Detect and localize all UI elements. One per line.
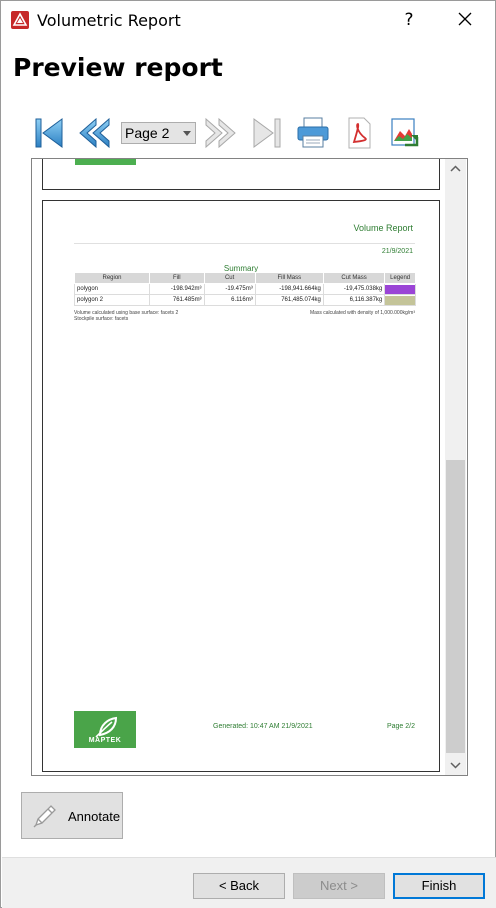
column-header: Cut [203,272,256,284]
print-icon[interactable] [295,114,331,152]
next-page-icon[interactable] [203,114,239,152]
next-button[interactable]: Next > [293,873,385,899]
preview-scrollbar[interactable] [445,159,466,775]
cut-mass-cell: 6,116.387kg [322,294,386,306]
last-page-icon[interactable] [249,114,285,152]
column-header: Region [73,272,151,284]
dialog-window: Volumetric Report ? Preview report Page … [0,0,496,908]
region-cell: polygon [73,283,151,295]
maptek-logo-partial [75,159,136,165]
preview-toolbar: Page 2 [31,114,431,154]
legend-swatch [385,295,415,305]
maptek-logo: MAPTEK [74,711,136,748]
scroll-down-icon[interactable] [445,755,466,775]
page-select[interactable]: Page 2 [121,122,196,144]
previous-page-icon[interactable] [76,114,112,152]
cut-cell: 6.116m³ [203,294,256,306]
app-icon [11,11,29,29]
fill-cell: 761.485m³ [149,294,205,306]
scroll-up-icon[interactable] [445,159,466,179]
title-bar: Volumetric Report ? [1,1,495,39]
previous-report-page [42,159,440,190]
density-note: Mass calculated with density of 1,000.00… [309,310,415,316]
pdf-icon[interactable] [341,114,377,152]
scrollbar-thumb[interactable] [446,460,465,753]
annotate-button[interactable]: Annotate [21,792,123,839]
divider [74,243,415,244]
table-row: polygon -198.942m³ -19.475m³ -198,941.66… [73,283,416,295]
table-row: polygon 2 761.485m³ 6.116m³ 761,485.074k… [73,294,416,306]
wizard-footer: < Back Next > Finish [2,857,496,908]
cut-mass-cell: -19,475.038kg [322,283,386,295]
chevron-down-icon [183,131,191,136]
maptek-logo-text: MAPTEK [88,737,122,744]
fill-mass-cell: 761,485.074kg [254,294,324,306]
column-header: Legend [384,272,416,284]
report-page: Volume Report 21/9/2021 Summary Region F… [42,200,440,772]
page-heading: Preview report [13,53,223,82]
table-header-row: Region Fill Cut Fill Mass Cut Mass Legen… [73,272,416,284]
report-date: 21/9/2021 [381,248,413,255]
help-button[interactable]: ? [399,10,419,30]
legend-cell [384,294,416,306]
summary-table: Region Fill Cut Fill Mass Cut Mass Legen… [73,272,416,306]
fill-mass-cell: -198,941.664kg [254,283,324,295]
finish-button[interactable]: Finish [393,873,485,899]
window-title: Volumetric Report [37,11,181,30]
legend-swatch [385,284,415,294]
report-preview-pane[interactable]: Volume Report 21/9/2021 Summary Region F… [31,158,468,776]
column-header: Fill Mass [254,272,324,284]
legend-cell [384,283,416,295]
stockpile-note-line: Stockpile surface: facets [74,316,129,322]
fill-cell: -198.942m³ [149,283,205,295]
report-page-number: Page 2/2 [386,723,415,730]
pencil-icon [33,805,56,828]
back-button[interactable]: < Back [193,873,285,899]
close-icon[interactable] [455,9,475,29]
column-header: Fill [149,272,205,284]
annotate-label: Annotate [68,809,121,824]
volume-note: Volume calculated using base surface: fa… [74,310,178,322]
region-cell: polygon 2 [73,294,151,306]
page-select-value: Page 2 [125,125,170,141]
cut-cell: -19.475m³ [203,283,256,295]
export-image-icon[interactable] [387,114,423,152]
first-page-icon[interactable] [31,114,67,152]
column-header: Cut Mass [322,272,386,284]
report-title: Volume Report [353,223,413,233]
generated-timestamp: Generated: 10:47 AM 21/9/2021 [213,723,313,730]
leaf-icon [95,716,118,738]
